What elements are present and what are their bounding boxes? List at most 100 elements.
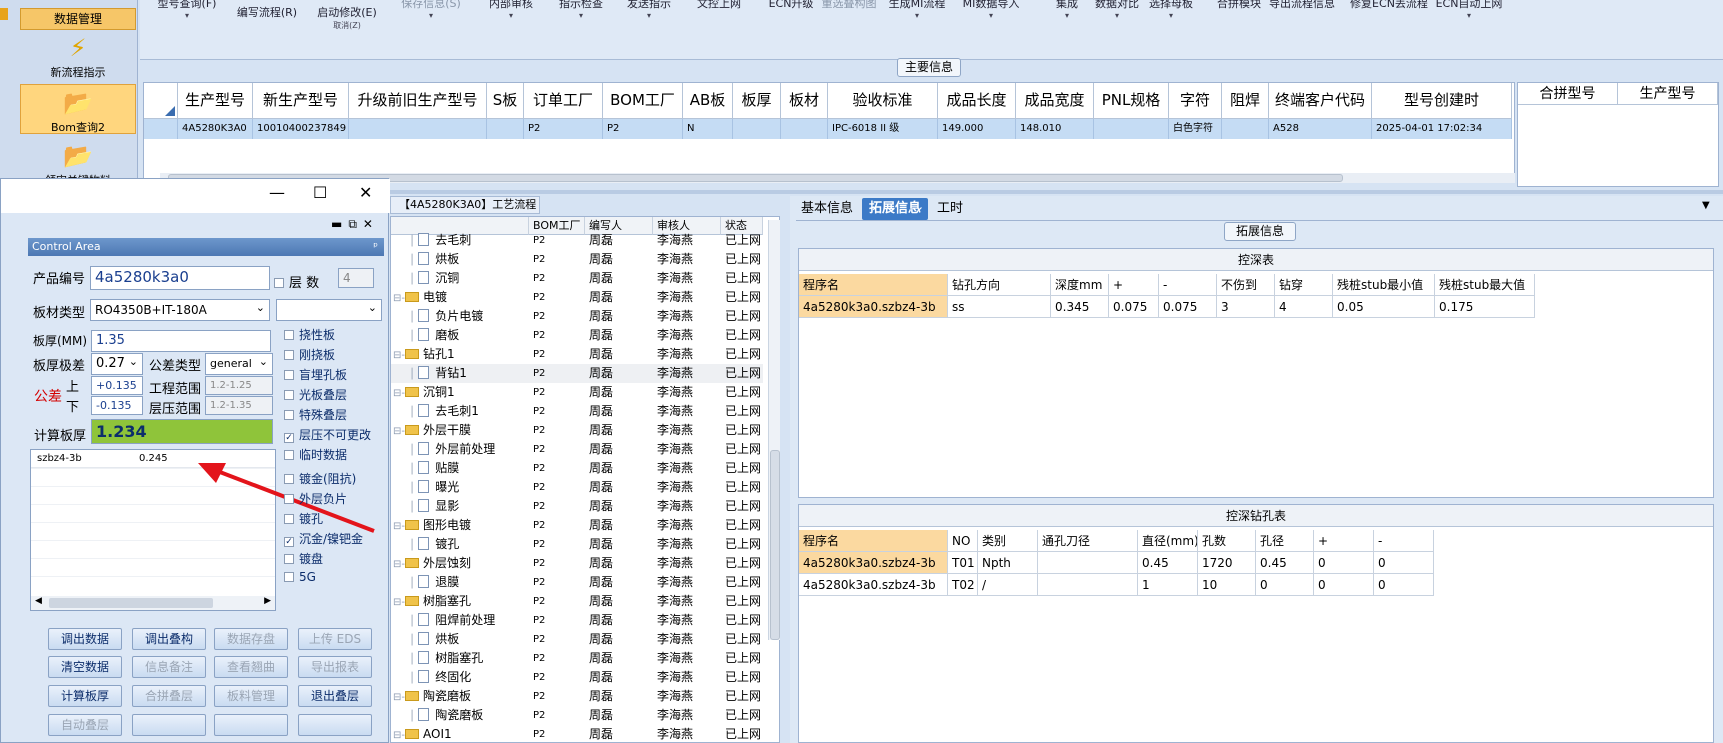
tree-row[interactable]: ⊟- 钻孔1 P2 周磊 李海燕 已上网 <box>391 345 763 364</box>
depth-col-header[interactable]: 残桩stub最大值 <box>1435 274 1535 296</box>
maximize-icon[interactable]: ☐ <box>313 183 327 202</box>
hole-cell[interactable]: Npth <box>978 552 1038 574</box>
toolbar-btn-7[interactable]: 文控上网 <box>680 0 758 11</box>
col-header[interactable]: 升级前旧生产型号 <box>349 83 487 119</box>
option-checkbox[interactable]: 刚挠板 <box>284 346 335 363</box>
hole-cell[interactable]: 0 <box>1256 574 1314 596</box>
material-select[interactable]: RO4350B+IT-180A <box>90 299 270 321</box>
dropdown-arrow-icon[interactable]: ▼ <box>1702 200 1710 211</box>
depth-col-header[interactable]: 残桩stub最小值 <box>1333 274 1435 296</box>
pin-icon[interactable]: ᵖ <box>373 238 378 256</box>
toolbar-btn-6[interactable]: 发送指示 ▾ <box>610 0 688 20</box>
col-header[interactable]: 成品宽度 <box>1016 83 1094 119</box>
grid-cell[interactable]: N <box>683 119 733 139</box>
col-header[interactable]: 生产型号 <box>1618 83 1718 105</box>
sub-minimize-icon[interactable]: ▬ <box>331 217 348 231</box>
lower-input[interactable]: -0.135 <box>91 396 143 415</box>
option-checkbox[interactable]: 光板叠层 <box>284 386 347 403</box>
toolbar-btn-14[interactable]: 选择母板 ▾ <box>1132 0 1210 20</box>
tree-row[interactable]: │ 背钻1 P2 周磊 李海燕 已上网 <box>391 364 763 383</box>
hole-cell[interactable]: / <box>978 574 1038 596</box>
grid-cell[interactable]: 4A5280K3A0 <box>178 119 253 139</box>
hole-cell[interactable]: 0.45 <box>1138 552 1198 574</box>
depth-col-header[interactable]: 程序名 <box>799 274 948 296</box>
col-header[interactable]: 生产型号 <box>178 83 253 119</box>
option-checkbox[interactable]: 特殊叠层 <box>284 406 347 423</box>
toolbar-btn-0[interactable]: 型号查询(F) ▾ <box>148 0 226 20</box>
dialog-button[interactable]: 自动叠层 <box>48 714 122 736</box>
sub-close-icon[interactable]: ✕ <box>363 217 379 231</box>
option-checkbox[interactable]: 盲埋孔板 <box>284 366 347 383</box>
col-header[interactable]: 验收标准 <box>828 83 938 119</box>
list-scrollbar[interactable]: ◀ ▶ <box>31 596 275 610</box>
toolbar-btn-17[interactable]: 修复ECN丢流程 <box>1350 0 1428 11</box>
depth-col-header[interactable]: 不伤到 <box>1217 274 1275 296</box>
col-header[interactable]: 板厚 <box>733 83 781 119</box>
tol-type-select[interactable]: general <box>205 353 273 375</box>
nav-item-bom[interactable]: 📂 Bom查询2 <box>20 84 136 134</box>
option-checkbox[interactable]: 5G <box>284 570 316 584</box>
nav-header[interactable]: 数据管理 <box>20 8 136 30</box>
depth-cell[interactable]: 0.075 <box>1159 296 1217 318</box>
depth-cell[interactable]: 4a5280k3a0.szbz4-3b <box>799 296 948 318</box>
nav-item-new-flow[interactable]: ⚡ 新流程指示 <box>20 30 136 80</box>
depth-cell[interactable]: 0.175 <box>1435 296 1535 318</box>
depth-cell[interactable]: 0.05 <box>1333 296 1435 318</box>
grid-cell[interactable]: 10010400237849 <box>253 119 349 139</box>
layers-input[interactable]: 4 <box>338 268 374 288</box>
col-header[interactable]: PNL规格 <box>1094 83 1169 119</box>
tree-row[interactable]: ⊟- 沉铜1 P2 周磊 李海燕 已上网 <box>391 383 763 402</box>
layers-checkbox[interactable]: 层 数 <box>274 272 319 291</box>
tree-row[interactable]: │ 显影 P2 周磊 李海燕 已上网 <box>391 497 763 516</box>
dialog-button[interactable]: 查看翘曲 <box>214 656 288 678</box>
tree-row[interactable]: ⊟- 陶瓷磨板 P2 周磊 李海燕 已上网 <box>391 687 763 706</box>
hole-cell[interactable]: 1720 <box>1198 552 1256 574</box>
col-header[interactable]: BOM工厂 <box>603 83 683 119</box>
scroll-thumb[interactable] <box>770 450 780 640</box>
grid-cell[interactable] <box>1222 119 1269 139</box>
tolerance-select[interactable]: 0.27 <box>91 353 143 375</box>
col-header[interactable]: 终端客户代码 <box>1269 83 1372 119</box>
press-range-input[interactable]: 1.2-1.35 <box>205 396 273 415</box>
tree-row[interactable]: │ 镀孔 P2 周磊 李海燕 已上网 <box>391 535 763 554</box>
depth-cell[interactable]: 0.075 <box>1109 296 1159 318</box>
grid-cell[interactable]: A528 <box>1269 119 1372 139</box>
toolbar-btn-4[interactable]: 内部审核 ▾ <box>472 0 550 20</box>
hole-col-header[interactable]: 通孔刀径 <box>1038 530 1138 552</box>
grid-cell[interactable] <box>1094 119 1169 139</box>
toolbar-btn-5[interactable]: 指示检查 ▾ <box>542 0 620 20</box>
tree-row[interactable]: ⊟- 电镀 P2 周磊 李海燕 已上网 <box>391 288 763 307</box>
hole-cell[interactable]: 0 <box>1374 574 1434 596</box>
depth-col-header[interactable]: 钻穿 <box>1275 274 1333 296</box>
close-icon[interactable]: ✕ <box>359 183 372 202</box>
product-input[interactable]: 4a5280k3a0 <box>90 266 270 290</box>
grid-cell[interactable] <box>733 119 781 139</box>
grid-cell[interactable]: P2 <box>524 119 603 139</box>
upper-input[interactable]: +0.135 <box>91 376 143 395</box>
sub-restore-icon[interactable]: ⧉ <box>348 217 363 231</box>
toolbar-btn-1[interactable]: 编写流程(R) <box>228 4 306 20</box>
toolbar-btn-16[interactable]: 导出流程信息 <box>1263 0 1341 11</box>
col-header[interactable]: AB板 <box>683 83 733 119</box>
toolbar-btn-18[interactable]: ECN自动上网 ▾ <box>1430 0 1508 20</box>
depth-cell[interactable]: ss <box>948 296 1051 318</box>
hole-cell[interactable]: 1 <box>1138 574 1198 596</box>
toolbar-btn-10[interactable]: 生成MI流程 ▾ <box>878 0 956 20</box>
grid-cell[interactable] <box>487 119 524 139</box>
col-header[interactable]: 订单工厂 <box>524 83 603 119</box>
option-checkbox[interactable]: 镀盘 <box>284 550 323 567</box>
grid-cell[interactable]: P2 <box>603 119 683 139</box>
tab-hours[interactable]: 工时 <box>930 198 970 220</box>
grid-cell[interactable] <box>349 119 487 139</box>
dialog-button[interactable] <box>214 714 288 736</box>
splitter[interactable] <box>390 190 1723 194</box>
hole-col-header[interactable]: 直径(mm) <box>1138 530 1198 552</box>
option-checkbox[interactable]: ✓ 沉金/镍钯金 <box>284 530 363 547</box>
tree-row[interactable]: │ 烘板 P2 周磊 李海燕 已上网 <box>391 250 763 269</box>
option-checkbox[interactable]: ✓ 层压不可更改 <box>284 426 371 443</box>
grid-cell[interactable]: 2025-04-01 17:02:34 <box>1372 119 1512 139</box>
hole-cell[interactable] <box>1038 574 1138 596</box>
toolbar-btn-2[interactable]: 启动修改(E) 取消(Z) <box>308 4 386 31</box>
tree-row[interactable]: │ 去毛刺1 P2 周磊 李海燕 已上网 <box>391 402 763 421</box>
tree-row[interactable]: │ 终固化 P2 周磊 李海燕 已上网 <box>391 668 763 687</box>
